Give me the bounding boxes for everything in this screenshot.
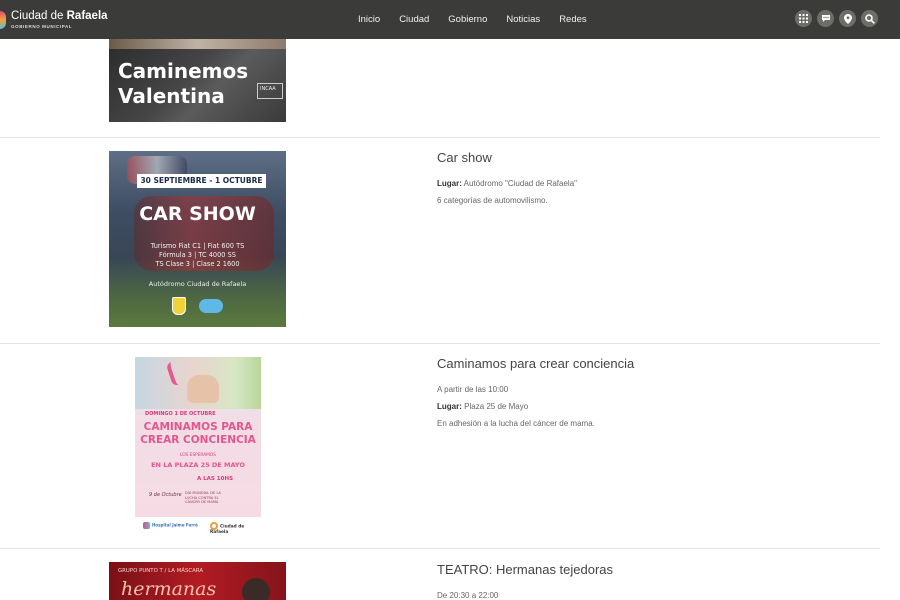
search-icon[interactable]	[861, 10, 878, 27]
event-title[interactable]: Car show	[437, 150, 492, 165]
image-category-line: Turismo Fiat C1 | Fiat 600 TS	[150, 242, 245, 250]
chat-icon[interactable]	[817, 10, 834, 27]
hospital-logo-text: Hospital Jaime Ferré	[152, 522, 198, 528]
top-navigation-bar: Ciudad de Rafaela GOBIERNO MUNICIPAL Ini…	[0, 0, 900, 39]
nav-inicio[interactable]: Inicio	[358, 14, 380, 25]
location-label: Lugar:	[437, 402, 462, 411]
logo-title-regular: Ciudad de	[11, 10, 67, 22]
logo-title-bold: Rafaela	[66, 10, 108, 22]
row-divider	[0, 548, 880, 549]
location-value: Plaza 25 de Mayo	[464, 402, 529, 411]
image-category-line: Fórmula 3 | TC 4000 SS	[159, 251, 236, 259]
image-headline-line: CREAR CONCIENCIA	[140, 434, 256, 446]
incaa-logo: INCAA	[257, 83, 283, 99]
cloud-logo-icon	[199, 299, 223, 313]
image-line-1: Caminemos	[118, 59, 249, 83]
location-label: Lugar:	[437, 179, 462, 188]
event-image-car-show[interactable]: 30 SEPTIEMBRE - 1 OCTUBRE CAR SHOW Turis…	[109, 151, 286, 327]
logo-title: Ciudad de Rafaela	[11, 10, 108, 23]
image-category-line: TS Clase 3 | Clase 2 1600	[155, 260, 240, 268]
main-nav: Inicio Ciudad Gobierno Noticias Redes	[358, 0, 606, 39]
image-headline-line: CAMINAMOS PARA	[143, 421, 253, 433]
nav-gobierno[interactable]: Gobierno	[448, 14, 487, 25]
image-hour: A LAS 10HS	[197, 476, 234, 482]
image-note: DÍA MUNDIAL DE LA LUCHA CONTRA EL CÁNCER…	[185, 491, 222, 504]
location-value: Autódromo "Ciudad de Rafaela"	[463, 179, 577, 188]
image-photo-strip	[109, 39, 286, 49]
hand-photo	[187, 375, 219, 403]
event-title[interactable]: Caminamos para crear conciencia	[437, 356, 634, 371]
image-categories: Turismo Fiat C1 | Fiat 600 TS Fórmula 3 …	[109, 242, 286, 269]
image-date: DOMINGO 1 DE OCTUBRE	[145, 411, 216, 417]
site-logo[interactable]: Ciudad de Rafaela GOBIERNO MUNICIPAL	[0, 7, 108, 33]
city-logo: Ciudad de Rafaela	[210, 522, 258, 535]
image-place: Autódromo Ciudad de Rafaela	[148, 280, 247, 288]
event-image-caminemos-valentina[interactable]: Caminemos Valentina INCAA	[109, 39, 286, 122]
nav-noticias[interactable]: Noticias	[506, 14, 540, 25]
hospital-logo-icon	[143, 522, 150, 529]
logo-mark-icon	[0, 11, 6, 29]
nav-redes[interactable]: Redes	[559, 14, 586, 25]
row-divider	[0, 343, 880, 344]
image-headline: CAR SHOW	[139, 203, 256, 225]
image-top-text: GRUPO PUNTO T / LA MÁSCARA	[118, 568, 204, 574]
image-headline: hermanas	[121, 578, 217, 600]
image-date-banner: 30 SEPTIEMBRE - 1 OCTUBRE	[137, 174, 266, 188]
event-location: Lugar: Plaza 25 de Mayo	[437, 402, 528, 411]
incaa-logo-text: INCAA	[260, 86, 276, 92]
event-description: En adhesión a la lucha del cáncer de mam…	[437, 419, 595, 428]
nav-ciudad[interactable]: Ciudad	[399, 14, 429, 25]
image-signature: 9 de Octubre	[149, 492, 182, 498]
event-image-text: Caminemos Valentina	[118, 59, 248, 109]
logo-text: Ciudad de Rafaela GOBIERNO MUNICIPAL	[11, 10, 108, 29]
row-divider	[0, 137, 880, 138]
event-time: A partir de las 10:00	[437, 385, 509, 394]
event-title[interactable]: TEATRO: Hermanas tejedoras	[437, 562, 613, 577]
image-line-2: Valentina	[118, 84, 225, 108]
image-place: EN LA PLAZA 25 DE MAYO	[151, 461, 245, 469]
event-image-hermanas-tejedoras[interactable]: GRUPO PUNTO T / LA MÁSCARA hermanas	[109, 562, 286, 600]
event-description: 6 categorías de automovilismo.	[437, 196, 548, 205]
shield-emblem-icon	[172, 297, 186, 315]
event-location: Lugar: Autódromo "Ciudad de Rafaela"	[437, 179, 577, 188]
grid-icon[interactable]	[795, 10, 812, 27]
event-image-logos: Hospital Jaime Ferré Ciudad de Rafaela	[143, 522, 258, 535]
hospital-logo: Hospital Jaime Ferré	[143, 522, 198, 529]
image-subtitle: LOS ESPERAMOS	[179, 453, 217, 458]
portrait-photo	[242, 578, 270, 600]
header-icons	[790, 10, 878, 27]
image-headline: CAMINAMOS PARA CREAR CONCIENCIA	[135, 421, 261, 447]
event-time: De 20:30 a 22:00	[437, 591, 499, 600]
city-logo-icon	[210, 522, 218, 530]
event-image-caminamos[interactable]: DOMINGO 1 DE OCTUBRE CAMINAMOS PARA CREA…	[135, 357, 261, 517]
location-pin-icon[interactable]	[839, 10, 856, 27]
logo-subtitle: GOBIERNO MUNICIPAL	[11, 23, 73, 29]
